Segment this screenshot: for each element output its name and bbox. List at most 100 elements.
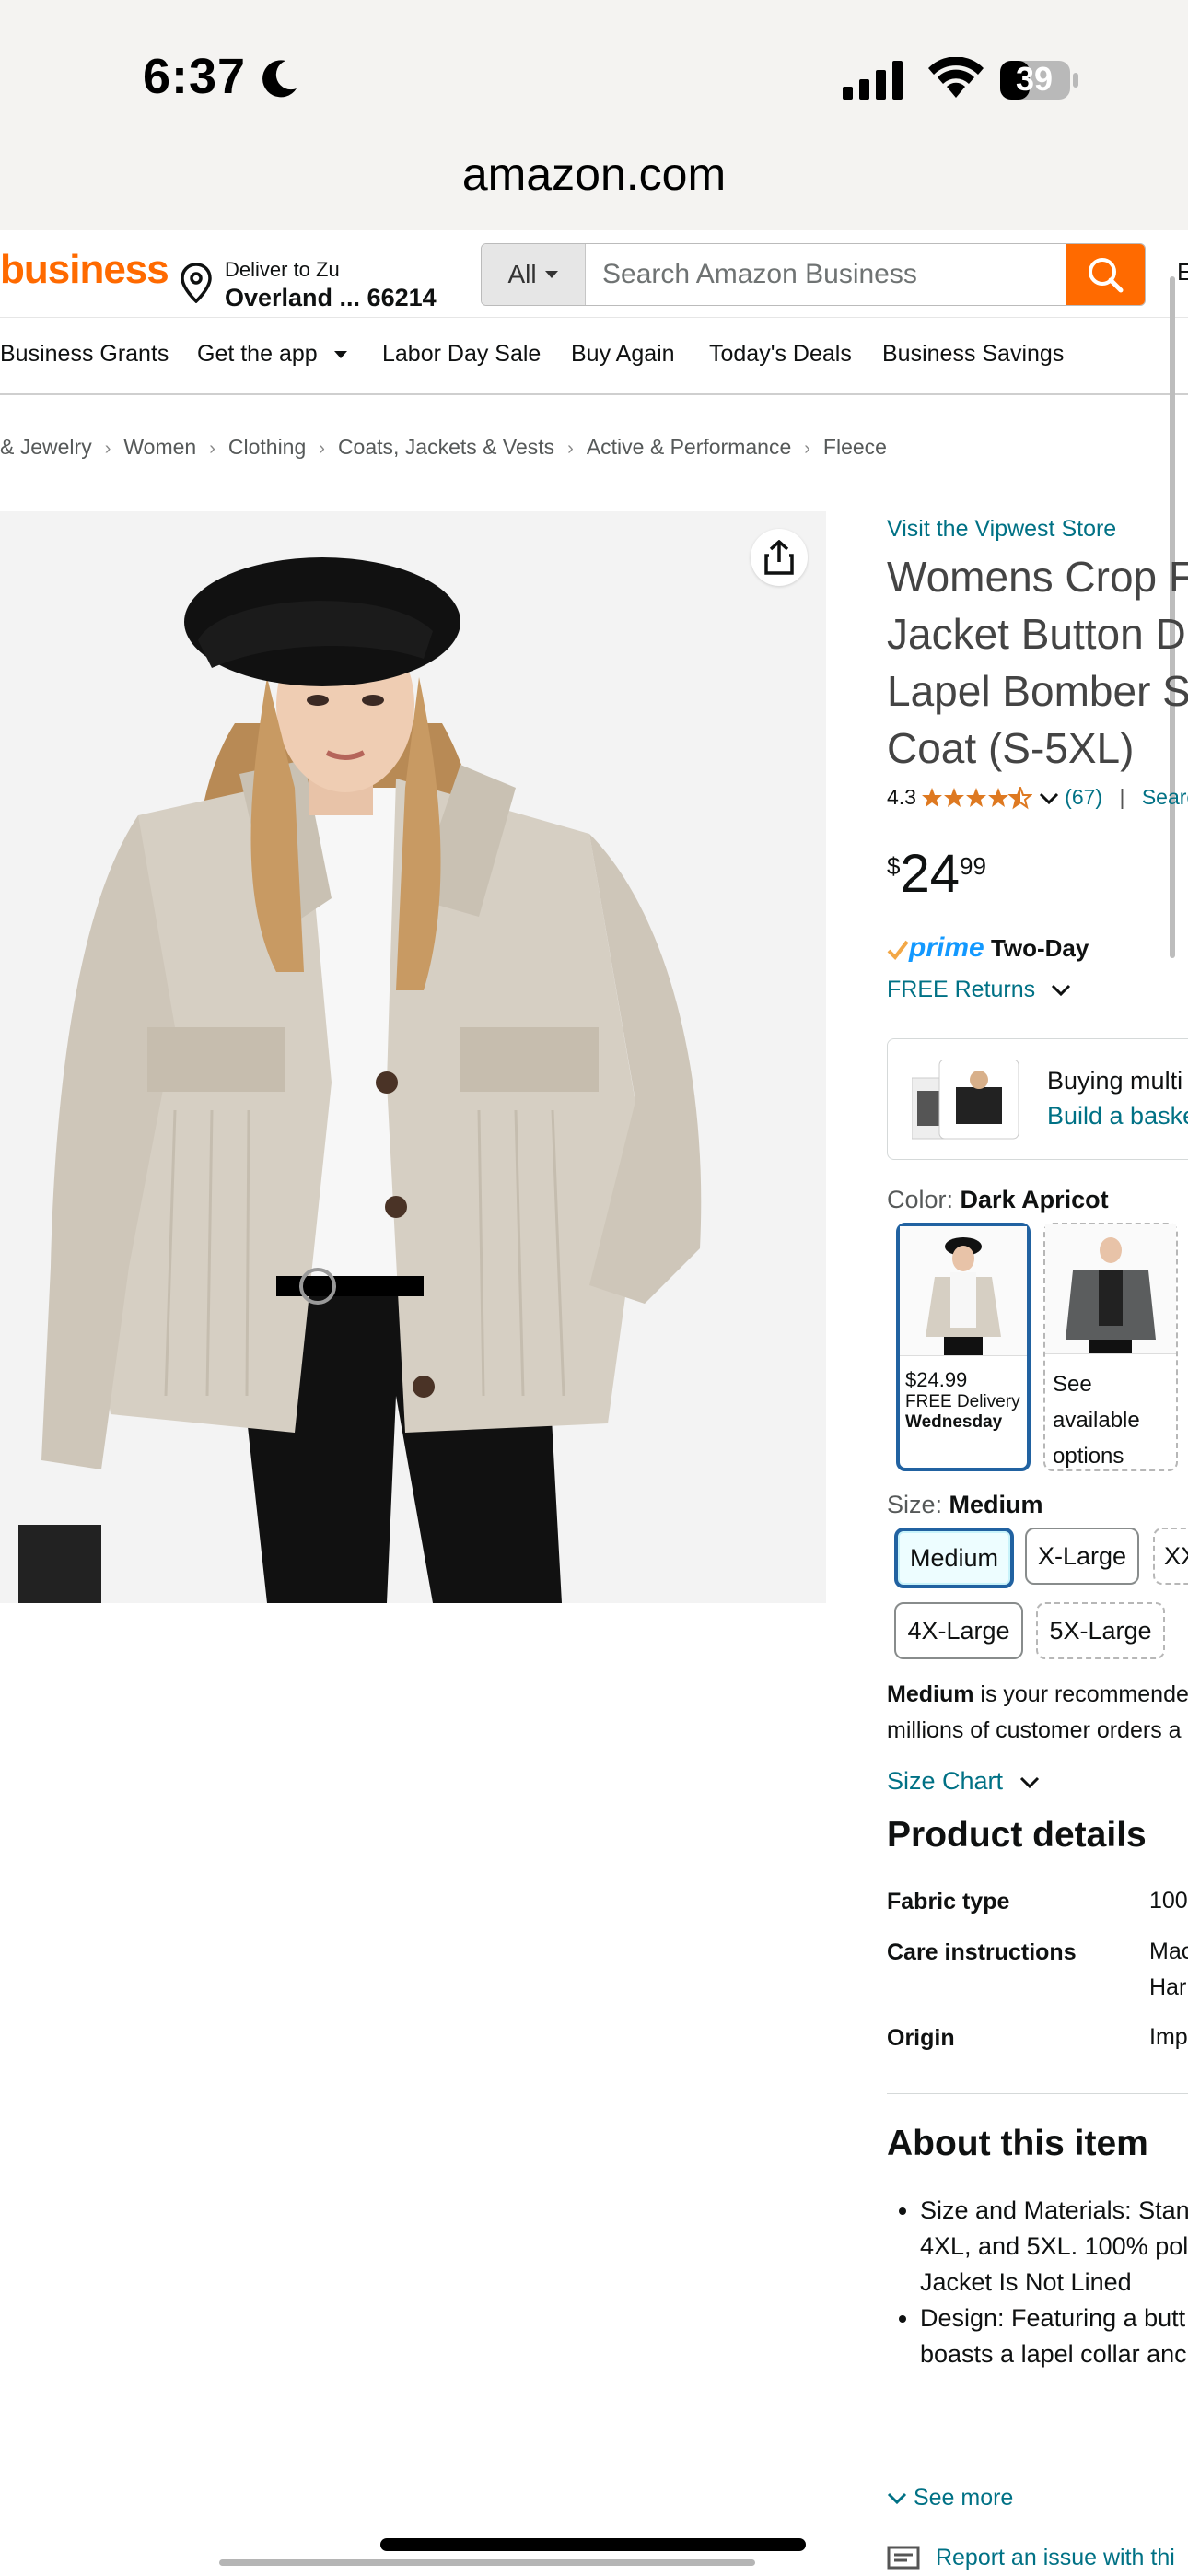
about-bullet: Size and Materials: Stan range, includin…	[920, 2193, 1188, 2301]
detail-value-fabric-type: 100	[1149, 1888, 1188, 1914]
swatch-image	[900, 1226, 1027, 1356]
swatch-image	[1045, 1224, 1176, 1354]
nav-item-buy-again[interactable]: Buy Again	[571, 341, 675, 368]
breadcrumb: & Jewelry › Women › Clothing › Coats, Jackets …	[0, 435, 887, 460]
chevron-down-icon	[1019, 1776, 1039, 1788]
build-basket-link[interactable]: Build a baske	[1047, 1102, 1188, 1130]
swatch-see-options: See available options	[1045, 1359, 1176, 1474]
about-bullet: Design: Featuring a butt front design, t…	[920, 2301, 1188, 2372]
nav-item-get-the-app[interactable]: Get the app	[197, 341, 348, 368]
star-rating-icon[interactable]	[922, 786, 1033, 811]
location-pin-icon[interactable]	[180, 263, 213, 303]
size-chart-link[interactable]: Size Chart	[887, 1767, 1040, 1796]
report-issue-link[interactable]: Report an issue with thi	[887, 2545, 1175, 2571]
size-option-x-large[interactable]: X-Large	[1025, 1528, 1139, 1585]
detail-key-fabric-type: Fabric type	[887, 1889, 1010, 1914]
color-swatch-option-2[interactable]: See available options	[1043, 1223, 1178, 1471]
swatch-text-line: See	[1053, 1372, 1092, 1397]
color-swatch-dark-apricot[interactable]: $24.99 FREE Delivery Wednesday	[896, 1223, 1031, 1471]
caret-down-icon	[544, 271, 558, 278]
nav-item-business-savings[interactable]: Business Savings	[882, 341, 1064, 368]
search-bar: All	[481, 243, 1146, 306]
address-bar-url[interactable]: amazon.com	[0, 147, 1188, 201]
rating-count-link[interactable]: (67)	[1065, 785, 1102, 809]
detail-value-care-line: Har	[1149, 1974, 1187, 2000]
about-this-item-heading: About this item	[887, 2124, 1148, 2163]
size-option-xx-large[interactable]: XX	[1153, 1528, 1188, 1585]
rec-size-bold: Medium	[887, 1681, 974, 1707]
breadcrumb-separator: ›	[209, 439, 215, 459]
bundle-thumbnails	[912, 1060, 1019, 1140]
prime-label: prime	[909, 932, 984, 963]
product-main-image[interactable]	[0, 511, 826, 1603]
breadcrumb-item[interactable]: & Jewelry	[0, 435, 92, 459]
swatch-details: $24.99 FREE Delivery Wednesday	[900, 1361, 1027, 1433]
breadcrumb-item[interactable]: Active & Performance	[587, 435, 791, 459]
wifi-icon	[928, 57, 984, 98]
search-icon	[1089, 258, 1124, 293]
size-option-4x-large[interactable]: 4X-Large	[894, 1602, 1023, 1659]
prime-badge: prime Two-Day	[887, 932, 1089, 964]
moon-icon	[262, 60, 297, 98]
signal-icon	[843, 61, 903, 100]
see-more-label: See more	[913, 2485, 1014, 2511]
size-option-5x-large[interactable]: 5X-Large	[1036, 1602, 1165, 1659]
size-recommendation: Medium is your recommende millions of cu…	[887, 1677, 1188, 1749]
account-menu-partial[interactable]: E	[1177, 258, 1188, 287]
product-title[interactable]: Womens Crop F Jacket Button D Lapel Bomb…	[887, 548, 1188, 777]
free-returns-link[interactable]: FREE Returns	[887, 977, 1071, 1003]
section-divider	[887, 2093, 1188, 2094]
price-whole: 24	[900, 844, 960, 904]
price-symbol: $	[887, 852, 901, 880]
nav-item-labor-day-sale[interactable]: Labor Day Sale	[382, 341, 541, 368]
search-category-label: All	[507, 260, 537, 288]
deliver-to-label[interactable]: Deliver to Zu	[225, 258, 340, 282]
report-label: Report an issue with thi	[935, 2545, 1175, 2570]
swatch-price: $24.99	[905, 1368, 968, 1391]
detail-value-origin: Imp	[1149, 2024, 1188, 2050]
swatch-text-line: options	[1053, 1444, 1124, 1469]
breadcrumb-separator: ›	[104, 439, 111, 459]
search-category-dropdown[interactable]: All	[482, 244, 586, 305]
status-time: 6:37	[143, 49, 247, 104]
chevron-down-icon	[887, 2493, 907, 2505]
divider-bar: |	[1119, 785, 1125, 809]
search-input[interactable]	[586, 244, 1066, 305]
nav-item-business-grants[interactable]: Business Grants	[0, 341, 169, 368]
size-selected-value: Medium	[949, 1491, 1043, 1518]
chevron-down-icon	[1052, 985, 1071, 997]
size-chart-label: Size Chart	[887, 1767, 1004, 1795]
product-title-line: Coat (S-5XL)	[887, 724, 1135, 772]
breadcrumb-item[interactable]: Coats, Jackets & Vests	[338, 435, 554, 459]
report-icon	[887, 2546, 920, 2570]
search-this-page-link[interactable]: Searc	[1142, 785, 1188, 809]
share-button[interactable]	[751, 529, 808, 586]
color-selected-value: Dark Apricot	[960, 1186, 1109, 1213]
swatch-delivery: FREE Delivery	[905, 1392, 1020, 1411]
deliver-location[interactable]: Overland ... 66214	[225, 284, 437, 312]
horizontal-scrollbar[interactable]	[219, 2559, 755, 2566]
store-link[interactable]: Visit the Vipwest Store	[887, 516, 1116, 543]
caret-down-icon	[333, 351, 347, 359]
share-icon	[764, 540, 794, 575]
color-label-key: Color:	[887, 1186, 954, 1213]
rec-line: is your recommende	[973, 1681, 1188, 1707]
size-option-medium[interactable]: Medium	[894, 1528, 1014, 1588]
chevron-down-icon[interactable]	[1039, 792, 1059, 805]
breadcrumb-item[interactable]: Fleece	[823, 435, 887, 459]
size-label: Size: Medium	[887, 1491, 1043, 1519]
size-label-key: Size:	[887, 1491, 943, 1518]
free-returns-label: FREE Returns	[887, 977, 1036, 1002]
swatch-delivery-day: Wednesday	[905, 1412, 1003, 1432]
breadcrumb-separator: ›	[804, 439, 810, 459]
breadcrumb-separator: ›	[319, 439, 325, 459]
breadcrumb-item[interactable]: Women	[123, 435, 196, 459]
see-more-link[interactable]: See more	[887, 2485, 1013, 2512]
breadcrumb-item[interactable]: Clothing	[228, 435, 306, 459]
nav-item-todays-deals[interactable]: Today's Deals	[709, 341, 852, 368]
search-button[interactable]	[1066, 244, 1145, 305]
prime-check-icon	[887, 940, 909, 961]
amazon-business-logo[interactable]: business	[0, 247, 169, 293]
detail-key-origin: Origin	[887, 2025, 955, 2051]
home-indicator[interactable]	[380, 2538, 806, 2551]
